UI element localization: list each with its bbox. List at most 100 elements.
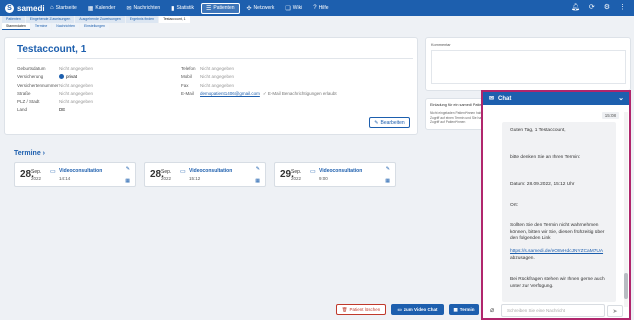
brand-name: samedi bbox=[17, 3, 45, 13]
appt-year: 2022 bbox=[291, 176, 302, 181]
calendar-icon: ▦ bbox=[87, 5, 94, 12]
field-key: Land bbox=[17, 107, 28, 112]
main-nav: ⌂ Startseite ▦ Kalender ✉ Nachrichten ▮ Stat… bbox=[46, 0, 336, 16]
nav-item-kalender[interactable]: ▦ Kalender bbox=[84, 3, 120, 14]
tab-termine[interactable]: Termine bbox=[30, 23, 52, 30]
refresh-icon[interactable]: ⟳ bbox=[589, 3, 595, 11]
field-key: E-Mail bbox=[181, 91, 194, 96]
nav-label: Startseite bbox=[55, 5, 77, 11]
field-key: Fax bbox=[181, 83, 189, 88]
nav-label: Kalender bbox=[95, 5, 116, 11]
chat-message-line: Guten Tag, 1 Testaccount, bbox=[510, 128, 566, 133]
field-value: Nicht angegeben bbox=[200, 66, 235, 71]
tab-ergebnis-finden[interactable]: Ergebnis finden bbox=[125, 16, 159, 23]
field-value: privat bbox=[59, 74, 78, 80]
field-land: Land DE bbox=[17, 107, 65, 112]
appt-time: 15:12 bbox=[189, 176, 201, 181]
tab-stammdaten[interactable]: Stammdaten bbox=[2, 23, 30, 30]
field-value: DE bbox=[59, 107, 66, 112]
patients-icon: ☰ bbox=[205, 5, 212, 12]
tab-eingehende-zuweisungen[interactable]: Eingehende Zuweisungen bbox=[25, 16, 75, 23]
nav-item-statistik[interactable]: ▮ Statistik bbox=[167, 3, 198, 14]
field-fax: Fax Nicht angegeben bbox=[181, 83, 234, 88]
send-button[interactable]: ➤ bbox=[607, 305, 623, 317]
calendar-icon[interactable]: ▦ bbox=[255, 178, 260, 184]
video-chat-button[interactable]: ▭ zum Video Chat bbox=[391, 304, 444, 315]
privat-badge-icon bbox=[59, 74, 64, 80]
tab-ausgehende-zuweisungen[interactable]: Ausgehende Zuweisungen bbox=[75, 16, 125, 23]
chat-header[interactable]: ✉ Chat ⌄ bbox=[483, 92, 629, 105]
calendar-icon[interactable]: ▦ bbox=[385, 178, 390, 184]
video-camera-icon: ▭ bbox=[50, 169, 56, 175]
message-timestamp: 15:08 bbox=[601, 112, 619, 119]
field-key: PLZ / Stadt bbox=[17, 99, 40, 104]
user-menu-icon[interactable]: ⋮ bbox=[619, 3, 626, 11]
brand[interactable]: S samedi bbox=[0, 3, 46, 13]
nav-item-netzwerk[interactable]: ✣ Netzwerk bbox=[243, 3, 279, 14]
chevron-down-icon[interactable]: ⌄ bbox=[618, 94, 624, 102]
nav-item-wiki[interactable]: ❑ Wiki bbox=[281, 3, 306, 14]
tab-testaccount[interactable]: Testaccount, 1 bbox=[159, 16, 190, 23]
field-key: Telefon bbox=[181, 66, 196, 71]
scrollbar-thumb[interactable] bbox=[624, 273, 628, 299]
tab-patienten[interactable]: Patienten bbox=[2, 16, 25, 23]
edit-icon[interactable]: ✎ bbox=[256, 166, 260, 172]
insurance-value: privat bbox=[66, 74, 78, 79]
calendar-icon: ▦ bbox=[453, 306, 458, 312]
email-permission-note: ✓ E-Mail Benachrichtigungen erlaubt bbox=[262, 91, 337, 96]
nav-item-nachrichten[interactable]: ✉ Nachrichten bbox=[122, 3, 164, 14]
appointment-card[interactable]: 29. Sep. 2022 ▭ Videoconsultation 9:00 ✎… bbox=[274, 162, 396, 187]
calendar-icon[interactable]: ▦ bbox=[125, 178, 130, 184]
comment-textarea[interactable] bbox=[431, 50, 626, 84]
edit-icon[interactable]: ✎ bbox=[126, 166, 130, 172]
appointment-card[interactable]: 28. Sep. 2022 ▭ Videoconsultation 14:14 … bbox=[14, 162, 136, 187]
video-camera-icon: ▭ bbox=[397, 306, 402, 312]
edit-button[interactable]: ✎ Bearbeiten bbox=[369, 117, 410, 128]
appt-month: Sep. bbox=[31, 169, 42, 175]
cancel-appointment-link[interactable]: https://s.samedi.de/eO8vHdcJNYZCaM7UA bbox=[510, 249, 610, 256]
appt-time: 9:00 bbox=[319, 176, 328, 181]
comment-card: Kommentar bbox=[425, 37, 631, 91]
paperclip-icon[interactable]: ⌀ bbox=[490, 306, 494, 314]
appointment-card[interactable]: 28. Sep. 2022 ▭ Videoconsultation 15:12 … bbox=[144, 162, 266, 187]
network-icon: ✣ bbox=[246, 5, 252, 12]
appt-type: Videoconsultation bbox=[319, 168, 363, 174]
chat-message-line: Sollten Sie den Termin nicht wahrnehmen … bbox=[510, 223, 605, 241]
top-actions: 🔔︎ ⟳ ⚙ ⋮ bbox=[571, 3, 626, 11]
delete-patient-button[interactable]: 🗑︎ Patient löschen bbox=[336, 304, 386, 315]
tab-nachrichten[interactable]: Nachrichten bbox=[52, 23, 79, 30]
edit-icon[interactable]: ✎ bbox=[386, 166, 390, 172]
nav-label: Hilfe bbox=[318, 5, 329, 11]
chat-scrollbar[interactable] bbox=[624, 112, 628, 307]
field-value: Nicht angegeben bbox=[59, 66, 94, 71]
chat-message-line: Ort: bbox=[510, 203, 518, 208]
chat-message-line: Datum: 28.09.2022, 15:12 Uhr bbox=[510, 182, 575, 187]
bell-icon[interactable]: 🔔︎ bbox=[571, 3, 580, 11]
termin-label: Termin bbox=[459, 307, 475, 312]
appointments-heading[interactable]: Termine › bbox=[14, 150, 45, 157]
divider bbox=[17, 58, 413, 59]
field-value: Nicht angegeben bbox=[59, 91, 94, 96]
appt-type: Videoconsultation bbox=[189, 168, 233, 174]
field-key: Straße bbox=[17, 91, 31, 96]
nav-item-patienten[interactable]: ☰ Patienten bbox=[200, 2, 240, 14]
field-value: Nicht angegeben bbox=[59, 99, 94, 104]
chart-icon: ▮ bbox=[171, 5, 175, 12]
video-camera-icon: ▭ bbox=[310, 169, 316, 175]
help-icon: ? bbox=[313, 5, 317, 11]
settings-icon[interactable]: ⚙ bbox=[604, 3, 610, 11]
field-telefon: Telefon Nicht angegeben bbox=[181, 66, 234, 71]
field-value: Nicht angegeben bbox=[200, 74, 235, 79]
email-link[interactable]: demopatient1406@gmail.com bbox=[200, 91, 260, 97]
nav-item-hilfe[interactable]: ? Hilfe bbox=[309, 3, 332, 14]
chevron-right-icon: › bbox=[42, 150, 46, 157]
nav-label: Patienten bbox=[213, 5, 235, 11]
chat-message-input[interactable]: Schreiben Sie eine Nachricht bbox=[501, 304, 605, 317]
nav-item-startseite[interactable]: ⌂ Startseite bbox=[46, 3, 81, 14]
tab-einstellungen[interactable]: Einstellungen bbox=[79, 23, 109, 30]
edit-icon: ✎ bbox=[374, 119, 379, 126]
video-camera-icon: ▭ bbox=[180, 169, 186, 175]
new-appointment-button[interactable]: ▦ Termin bbox=[449, 304, 479, 315]
message-bubble: Guten Tag, 1 Testaccount, bitte denken S… bbox=[502, 122, 616, 302]
chat-title: Chat bbox=[498, 95, 512, 102]
